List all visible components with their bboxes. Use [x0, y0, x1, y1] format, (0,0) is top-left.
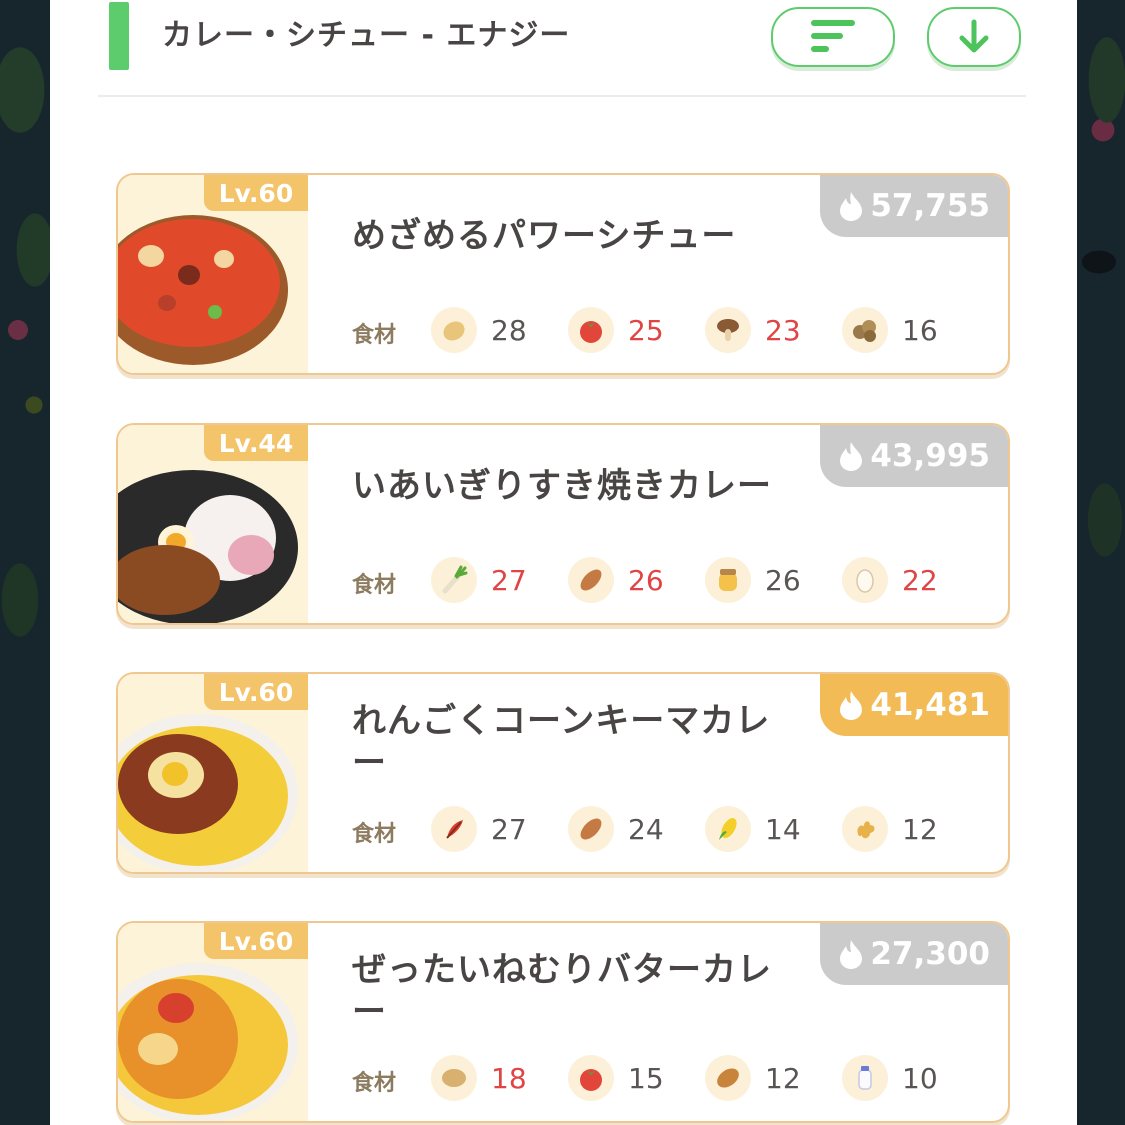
recipe-card[interactable]: Lv.60 41,481 れんごくコーンキーマカレー 食材 27 24 14 1… [116, 672, 1010, 874]
page-title: カレー・シチュー - エナジー [162, 18, 571, 53]
ingredient-count: 18 [491, 1061, 527, 1095]
ingredient-item: 27 [431, 557, 527, 603]
recipe-name: れんごくコーンキーマカレー [352, 701, 771, 783]
corn-icon [705, 806, 751, 852]
ingredient-label: 食材 [352, 323, 397, 348]
tomato-icon [568, 1055, 614, 1101]
energy-value: 27,300 [870, 936, 990, 972]
soybeans-icon [842, 307, 888, 353]
ingredient-label: 食材 [352, 573, 397, 598]
ingredient-count: 26 [628, 563, 664, 597]
ingredient-item: 28 [431, 307, 527, 353]
ingredient-item: 24 [568, 806, 664, 852]
level-badge: Lv.60 [204, 923, 308, 959]
energy-value: 57,755 [870, 188, 990, 224]
ingredient-item: 16 [842, 307, 938, 353]
recipe-card[interactable]: Lv.60 27,300 ぜったいねむりバターカレー 食材 18 15 12 1… [116, 921, 1010, 1123]
potato-icon [431, 307, 477, 353]
ingredient-count: 12 [765, 1061, 801, 1095]
flame-icon [840, 192, 863, 221]
egg-icon [842, 557, 888, 603]
level-badge: Lv.60 [204, 674, 308, 710]
ingredient-item: 23 [705, 307, 801, 353]
sausage-icon [568, 806, 614, 852]
milk-icon [842, 1055, 888, 1101]
sort-icon [811, 20, 855, 54]
flame-icon [840, 691, 863, 720]
honey-icon [705, 557, 751, 603]
flame-icon [840, 940, 863, 969]
jungle-background-left [0, 0, 50, 1125]
recipe-card[interactable]: Lv.44 43,995 いあいぎりすき焼きカレー 食材 27 26 26 22 [116, 423, 1010, 625]
ingredient-label: 食材 [352, 1071, 397, 1096]
ingredient-item: 10 [842, 1055, 938, 1101]
energy-badge: 43,995 [820, 425, 1008, 487]
energy-badge: 27,300 [820, 923, 1008, 985]
recipe-name: ぜったいねむりバターカレー [352, 950, 772, 1032]
ingredient-item: 18 [431, 1055, 527, 1101]
recipe-list-panel: カレー・シチュー - エナジー Lv.60 57,755 めざめるパワーシチュー… [50, 0, 1077, 1125]
sausage-icon [568, 557, 614, 603]
ingredient-count: 23 [765, 313, 801, 347]
ingredient-count: 16 [902, 313, 938, 347]
flame-icon [840, 442, 863, 471]
recipe-name: いあいぎりすき焼きカレー [352, 466, 772, 506]
recipe-name: めざめるパワーシチュー [352, 216, 737, 256]
ginger-icon [842, 806, 888, 852]
download-button[interactable] [927, 7, 1021, 67]
energy-badge: 57,755 [820, 175, 1008, 237]
energy-value: 43,995 [870, 438, 990, 474]
header-divider [98, 95, 1026, 97]
bread-icon [705, 1055, 751, 1101]
ingredient-count: 14 [765, 812, 801, 846]
ingredient-item: 26 [568, 557, 664, 603]
energy-badge: 41,481 [820, 674, 1008, 736]
ingredient-count: 28 [491, 313, 527, 347]
ingredient-label: 食材 [352, 822, 397, 847]
energy-value: 41,481 [870, 687, 990, 723]
ingredient-count: 10 [902, 1061, 938, 1095]
ingredient-item: 15 [568, 1055, 664, 1101]
level-badge: Lv.60 [204, 175, 308, 211]
list-header: カレー・シチュー - エナジー [50, 0, 1077, 97]
ingredient-count: 27 [491, 812, 527, 846]
jungle-background-right [1077, 0, 1125, 1125]
level-badge: Lv.44 [204, 425, 308, 461]
header-accent-bar [109, 2, 129, 70]
sort-button[interactable] [771, 7, 895, 67]
potato-icon [431, 1055, 477, 1101]
ingredient-item: 12 [842, 806, 938, 852]
ingredient-item: 26 [705, 557, 801, 603]
ingredient-item: 27 [431, 806, 527, 852]
ingredient-count: 27 [491, 563, 527, 597]
herb-icon [431, 806, 477, 852]
mushroom-icon [705, 307, 751, 353]
ingredient-item: 25 [568, 307, 664, 353]
tomato-icon [568, 307, 614, 353]
ingredient-count: 24 [628, 812, 664, 846]
recipe-card[interactable]: Lv.60 57,755 めざめるパワーシチュー 食材 28 25 23 16 [116, 173, 1010, 375]
ingredient-count: 12 [902, 812, 938, 846]
ingredient-count: 22 [902, 563, 938, 597]
ingredient-item: 22 [842, 557, 938, 603]
ingredient-item: 14 [705, 806, 801, 852]
arrow-down-icon [959, 19, 989, 53]
ingredient-count: 25 [628, 313, 664, 347]
leek-icon [431, 557, 477, 603]
ingredient-count: 15 [628, 1061, 664, 1095]
ingredient-item: 12 [705, 1055, 801, 1101]
ingredient-count: 26 [765, 563, 801, 597]
